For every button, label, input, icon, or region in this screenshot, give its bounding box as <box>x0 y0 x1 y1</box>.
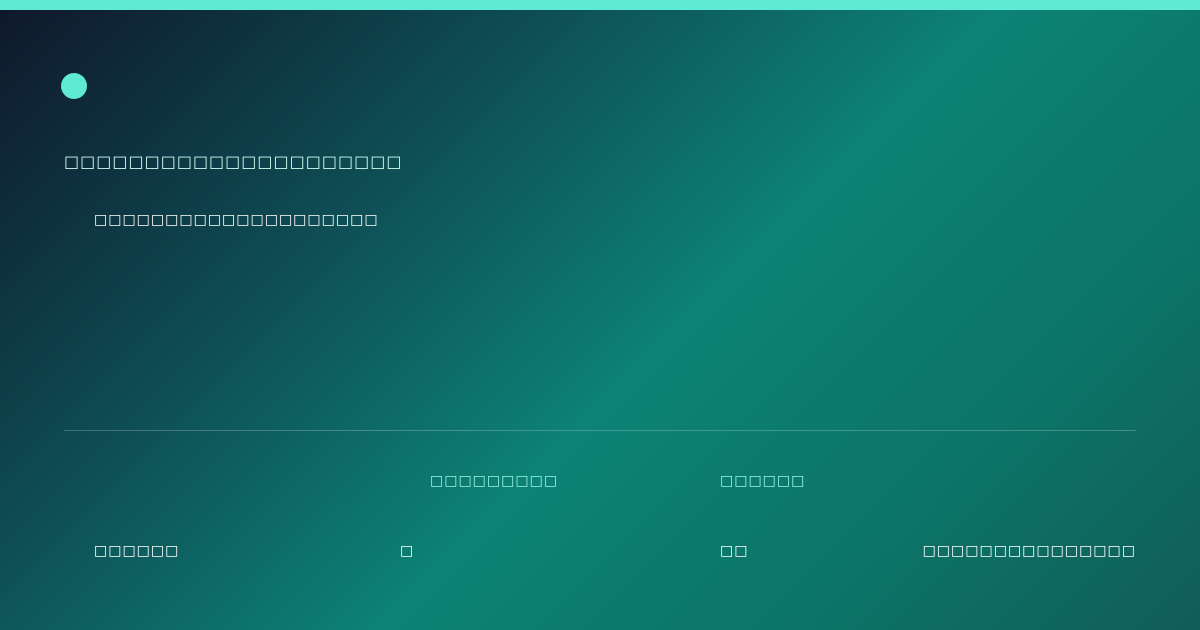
logo-dot-icon <box>61 73 87 99</box>
top-accent-bar <box>0 0 1200 10</box>
section-divider <box>64 430 1136 431</box>
footer-value-2: □ <box>400 543 415 559</box>
subline-text: □□□□□□□□□□□□□□□□□□□□ <box>94 212 379 228</box>
footer-label-1: □□□□□□□□□ <box>430 473 559 489</box>
footer-value-4: □□□□□□□□□□□□□□□ <box>922 543 1136 559</box>
footer-label-2: □□□□□□ <box>720 473 806 489</box>
footer-value-1: □□□□□□ <box>94 543 180 559</box>
headline-text: □□□□□□□□□□□□□□□□□□□□□ <box>64 152 403 171</box>
footer-value-3: □□ <box>720 543 749 559</box>
